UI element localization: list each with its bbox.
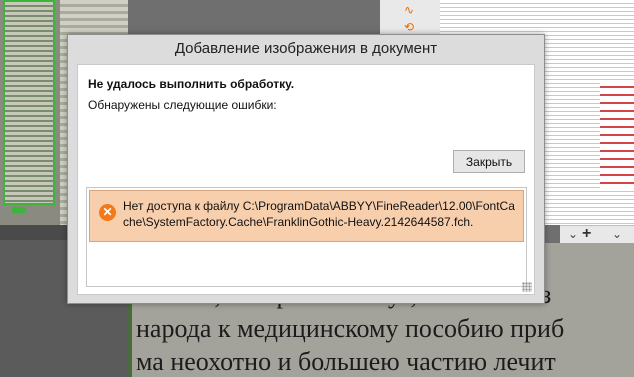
dialog-body: Не удалось выполнить обработку. Обнаруже… [77, 64, 535, 295]
page-thumbnail[interactable] [3, 0, 55, 205]
scan-text-line: народа к медицинскому пособию приб [136, 314, 565, 343]
chevron-down-icon[interactable]: ⌄ [612, 227, 622, 241]
scan-text-line: ма неохотно и большею частию лечит [136, 347, 556, 376]
wave-tool-icon[interactable]: ∿ [402, 3, 416, 17]
error-message: Нет доступа к файлу C:\ProgramData\ABBYY… [123, 199, 515, 229]
thumbnail-page-indicator [12, 207, 26, 213]
uncertain-characters-highlight [600, 80, 634, 190]
page-thumbnails-panel [0, 0, 60, 225]
error-subheading: Обнаружены следующие ошибки: [88, 98, 277, 112]
close-button[interactable]: Закрыть [453, 150, 525, 173]
zoom-tab-bar: ⌄ + ⌄ [560, 225, 634, 243]
error-list[interactable]: ✕ Нет доступа к файлу C:\ProgramData\ABB… [86, 187, 527, 287]
error-heading: Не удалось выполнить обработку. [88, 77, 295, 91]
rotate-tool-icon[interactable]: ⟲ [402, 20, 416, 34]
chevron-down-icon[interactable]: ⌄ [568, 227, 578, 241]
resize-grip-icon[interactable] [522, 282, 532, 292]
dialog-title: Добавление изображения в документ [174, 40, 438, 57]
error-x-icon: ✕ [99, 204, 116, 221]
error-item[interactable]: ✕ Нет доступа к файлу C:\ProgramData\ABB… [89, 190, 524, 242]
add-icon[interactable]: + [582, 225, 591, 243]
error-dialog: Добавление изображения в документ Не уда… [67, 34, 545, 304]
